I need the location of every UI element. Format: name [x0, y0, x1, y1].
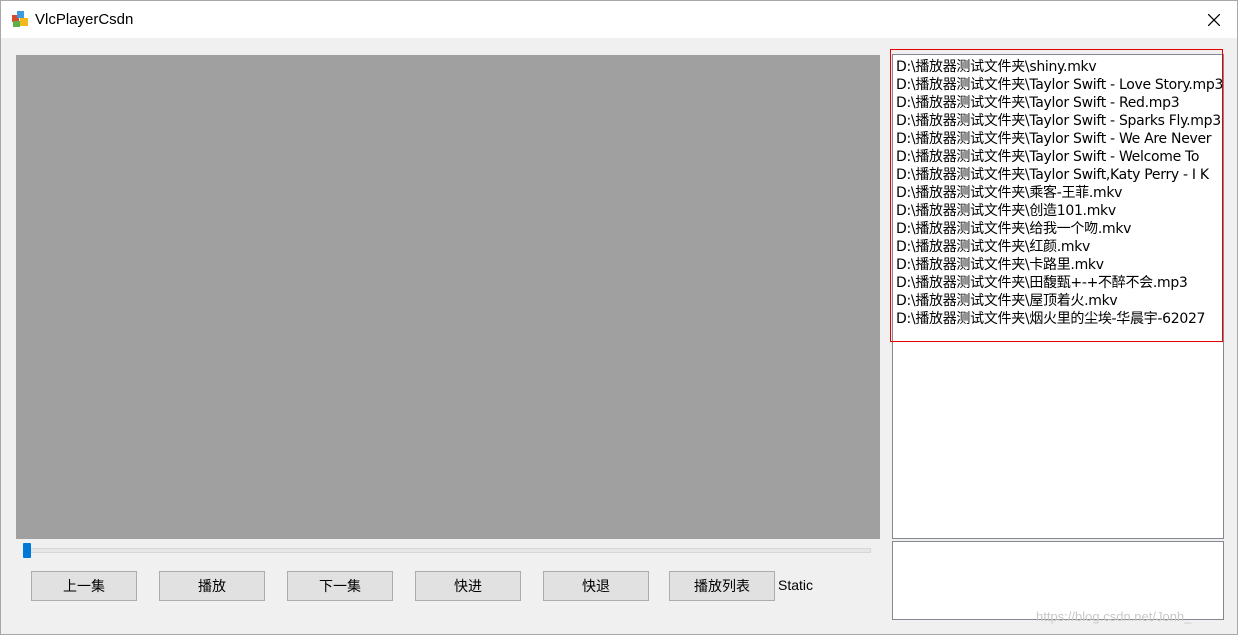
- video-display[interactable]: [16, 55, 880, 539]
- playlist-item[interactable]: D:\播放器测试文件夹\Taylor Swift - Welcome To: [896, 148, 1199, 166]
- static-label: Static: [778, 577, 814, 593]
- close-icon: [1208, 13, 1220, 26]
- seek-slider-track[interactable]: [23, 548, 871, 553]
- title-bar: VlcPlayerCsdn: [1, 1, 1237, 38]
- playlist-item[interactable]: D:\播放器测试文件夹\给我一个吻.mkv: [896, 220, 1131, 238]
- window-title: VlcPlayerCsdn: [35, 11, 134, 28]
- prev-episode-button[interactable]: 上一集: [31, 571, 137, 601]
- playlist-item[interactable]: D:\播放器测试文件夹\Taylor Swift - We Are Never: [896, 130, 1212, 148]
- vlc-app-icon: [12, 11, 28, 27]
- playlist-item[interactable]: D:\播放器测试文件夹\烟火里的尘埃-华晨宇-62027: [896, 310, 1205, 328]
- playlist-item[interactable]: D:\播放器测试文件夹\创造101.mkv: [896, 202, 1116, 220]
- seek-slider-thumb[interactable]: [23, 543, 31, 558]
- playlist-item[interactable]: D:\播放器测试文件夹\卡路里.mkv: [896, 256, 1104, 274]
- rewind-button[interactable]: 快退: [543, 571, 649, 601]
- playlist-item[interactable]: D:\播放器测试文件夹\红颜.mkv: [896, 238, 1090, 256]
- next-episode-button[interactable]: 下一集: [287, 571, 393, 601]
- playlist-item[interactable]: D:\播放器测试文件夹\乘客-王菲.mkv: [896, 184, 1122, 202]
- playlist-listbox[interactable]: D:\播放器测试文件夹\shiny.mkv D:\播放器测试文件夹\Taylor…: [892, 54, 1224, 539]
- playlist-item[interactable]: D:\播放器测试文件夹\Taylor Swift - Red.mp3: [896, 94, 1180, 112]
- playlist-button[interactable]: 播放列表: [669, 571, 775, 601]
- close-button[interactable]: [1191, 1, 1237, 38]
- playlist-item[interactable]: D:\播放器测试文件夹\田馥甄+-+不醉不会.mp3: [896, 274, 1188, 292]
- playlist-item[interactable]: D:\播放器测试文件夹\shiny.mkv: [896, 58, 1097, 76]
- watermark: https://blog.csdn.net/Jonh_: [1036, 609, 1192, 624]
- playlist-item[interactable]: D:\播放器测试文件夹\Taylor Swift - Love Story.mp…: [896, 76, 1223, 94]
- playlist-item[interactable]: D:\播放器测试文件夹\屋顶着火.mkv: [896, 292, 1118, 310]
- app-window: VlcPlayerCsdn 上一集 播放 下一集 快进 快退 播放列表 Stat…: [0, 0, 1238, 635]
- playlist-item[interactable]: D:\播放器测试文件夹\Taylor Swift - Sparks Fly.mp…: [896, 112, 1221, 130]
- playlist-item[interactable]: D:\播放器测试文件夹\Taylor Swift,Katy Perry - I …: [896, 166, 1209, 184]
- fast-forward-button[interactable]: 快进: [415, 571, 521, 601]
- play-button[interactable]: 播放: [159, 571, 265, 601]
